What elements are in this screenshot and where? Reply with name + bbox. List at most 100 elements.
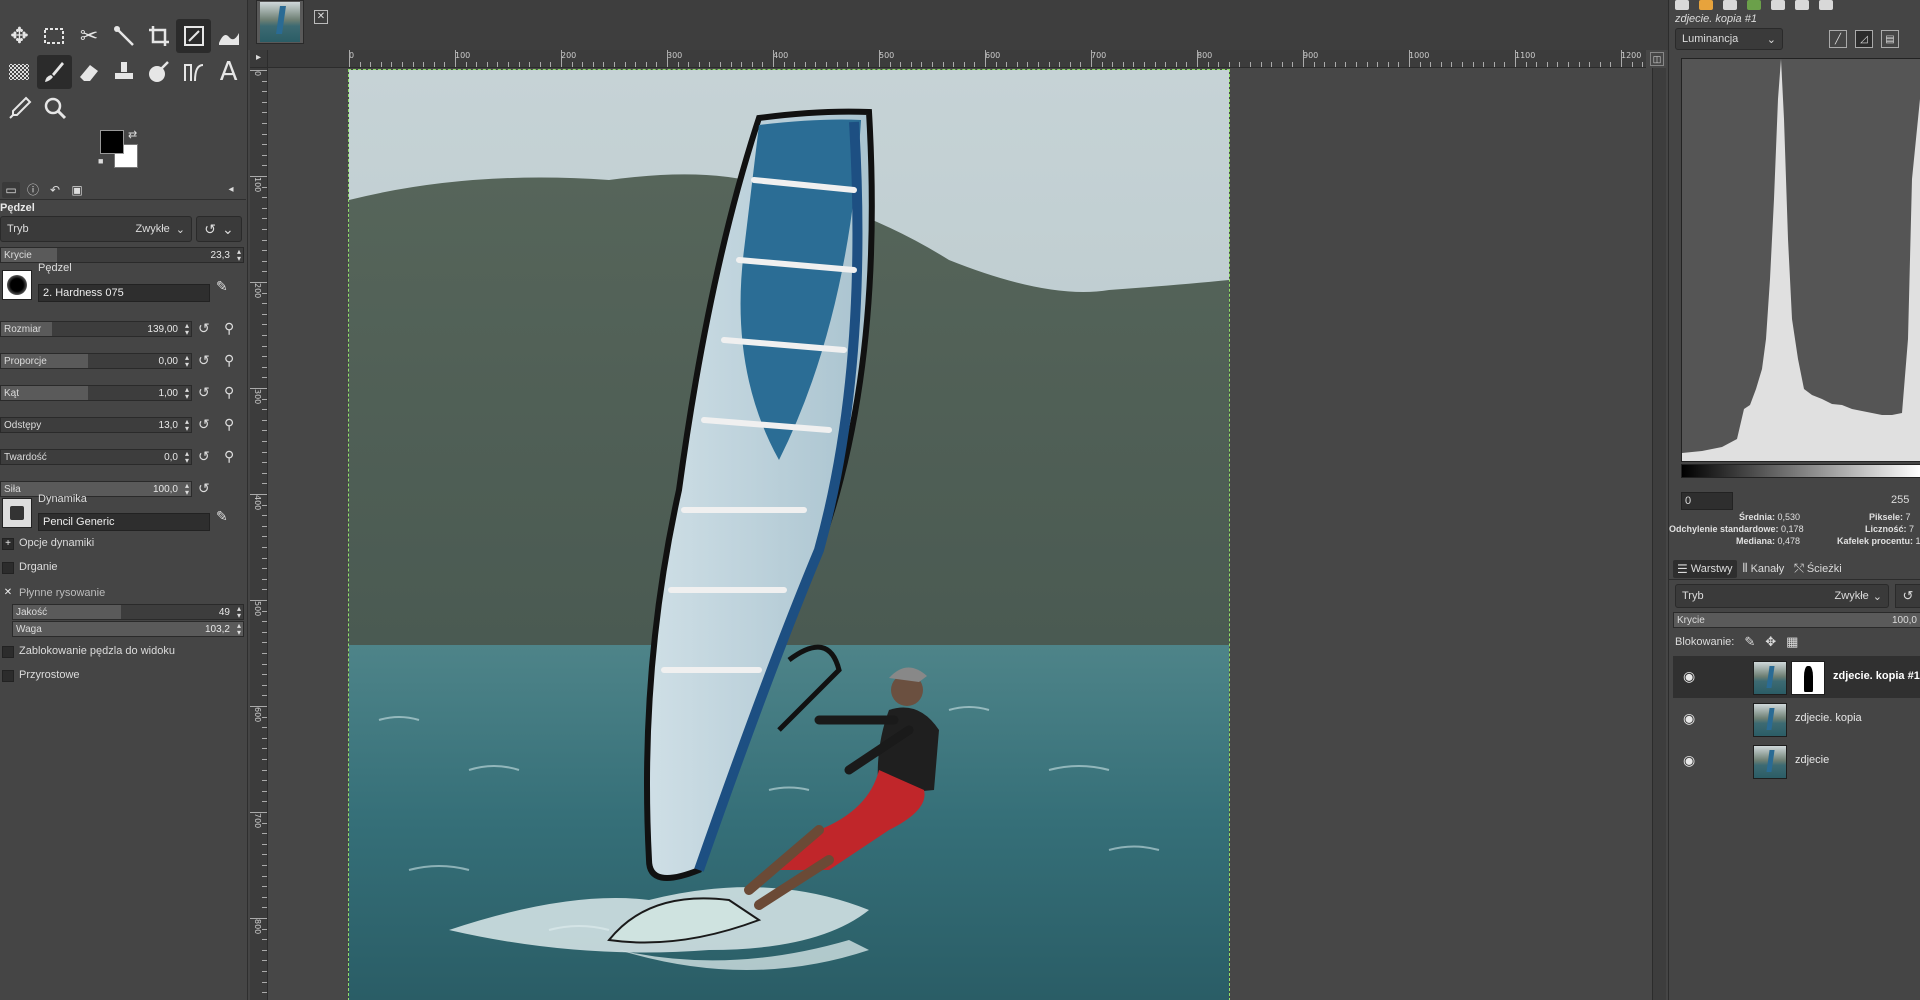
smudge-tool-icon[interactable] xyxy=(141,55,176,89)
brush-slider[interactable]: Siła 100,0 ▴ ▾ xyxy=(0,481,192,497)
unified-transform-tool-icon[interactable] xyxy=(176,19,212,53)
layer-mask-thumbnail[interactable] xyxy=(1791,661,1825,695)
linear-scale-icon[interactable]: ╱ xyxy=(1829,30,1847,48)
patterns-tab-icon[interactable] xyxy=(1699,0,1713,10)
spin-arrows-icon[interactable]: ▴ ▾ xyxy=(185,418,189,432)
undo-history-tab-icon[interactable]: ↶ xyxy=(46,182,64,198)
brushes-tab-icon[interactable] xyxy=(1675,0,1689,10)
tab-layers[interactable]: ☰ Warstwy xyxy=(1673,559,1737,578)
device-status-tab-icon[interactable]: ⓘ xyxy=(24,182,42,198)
reset-icon[interactable]: ↺ xyxy=(198,320,210,337)
eye-icon[interactable]: ◉ xyxy=(1683,668,1701,686)
vertical-ruler[interactable]: 0 100 200 300 400 500 600 700 800 xyxy=(250,68,268,1000)
brush-name-field[interactable]: 2. Hardness 075 xyxy=(38,284,210,302)
tab-paths[interactable]: ⤲ Ścieżki xyxy=(1790,559,1845,578)
spin-arrows-icon[interactable]: ▴ ▾ xyxy=(185,482,189,496)
mode-reset-button[interactable]: ↺ ⌄ xyxy=(196,216,242,242)
rect-select-tool-icon[interactable] xyxy=(37,19,72,53)
link-to-brush-icon[interactable]: ⚲ xyxy=(224,320,234,337)
jitter-checkbox[interactable] xyxy=(2,562,14,574)
link-to-brush-icon[interactable]: ⚲ xyxy=(224,448,234,465)
reset-icon[interactable]: ↺ xyxy=(198,384,210,401)
brush-slider[interactable]: Odstępy 13,0 ▴ ▾ xyxy=(0,417,192,433)
lock-alpha-icon[interactable]: ▦ xyxy=(1786,634,1798,650)
lock-brush-checkbox[interactable] xyxy=(2,646,14,658)
dynamics-name-field[interactable]: Pencil Generic xyxy=(38,513,210,531)
brush-slider[interactable]: Twardość 0,0 ▴ ▾ xyxy=(0,449,192,465)
gradients-tab-icon[interactable] xyxy=(1747,0,1761,10)
clone-tool-icon[interactable] xyxy=(107,55,142,89)
zoom-tool-icon[interactable] xyxy=(37,91,72,125)
warp-tool-icon[interactable] xyxy=(211,19,246,53)
incremental-checkbox[interactable] xyxy=(2,670,14,682)
palettes-tab-icon[interactable] xyxy=(1771,0,1785,10)
dynamics-preview[interactable] xyxy=(2,498,32,528)
link-to-brush-icon[interactable]: ⚲ xyxy=(224,384,234,401)
link-to-brush-icon[interactable]: ⚲ xyxy=(224,352,234,369)
layer-row[interactable]: ◉ zdjecie. kopia #1 xyxy=(1673,656,1920,698)
layer-row[interactable]: ◉ zdjecie. kopia xyxy=(1673,698,1920,740)
tool-options-tab-icon[interactable]: ▭ xyxy=(2,181,20,198)
foreground-color[interactable] xyxy=(100,130,124,154)
eye-icon[interactable]: ◉ xyxy=(1683,752,1701,770)
image-tab[interactable] xyxy=(256,0,304,44)
histogram-tab-icon[interactable] xyxy=(1795,0,1809,10)
tab-channels[interactable]: ⫴ Kanały xyxy=(1739,559,1789,578)
spin-arrows-icon[interactable]: ▴ ▾ xyxy=(185,450,189,464)
layer-row[interactable]: ◉ zdjecie xyxy=(1673,740,1920,782)
pointer-tab-icon[interactable] xyxy=(1819,0,1833,10)
histogram-view-icon[interactable]: ▤ xyxy=(1881,30,1899,48)
range-min-input[interactable]: 0 xyxy=(1681,492,1733,510)
paths-tool-icon[interactable] xyxy=(176,55,211,89)
mode-select[interactable]: Tryb Zwykłe ⌄ xyxy=(0,216,192,242)
layer-mode-select[interactable]: Tryb Zwykłe ⌄ xyxy=(1675,584,1889,608)
brush-slider[interactable]: Proporcje 0,00 ▴ ▾ xyxy=(0,353,192,369)
spin-arrows-icon[interactable]: ▴ ▾ xyxy=(237,248,241,262)
scissors-select-tool-icon[interactable]: ✂ xyxy=(72,19,107,53)
crop-tool-icon[interactable] xyxy=(141,19,176,53)
layer-mode-reset-icon[interactable]: ↺ xyxy=(1895,584,1920,608)
reset-icon[interactable]: ↺ xyxy=(198,448,210,465)
link-to-brush-icon[interactable]: ⚲ xyxy=(224,416,234,433)
dock-menu-icon[interactable]: ◂ xyxy=(222,182,240,198)
brush-slider[interactable]: Rozmiar 139,00 ▴ ▾ xyxy=(0,321,192,337)
reset-icon[interactable]: ↺ xyxy=(198,352,210,369)
range-max-value[interactable]: 255 xyxy=(1891,494,1909,506)
edit-brush-icon[interactable]: ✎ xyxy=(216,278,228,295)
spin-arrows-icon[interactable]: ▴ ▾ xyxy=(185,354,189,368)
brush-slider[interactable]: Kąt 1,00 ▴ ▾ xyxy=(0,385,192,401)
image-canvas[interactable] xyxy=(348,69,1230,1000)
reset-icon[interactable]: ↺ xyxy=(198,480,210,497)
reset-colors-icon[interactable]: ■ xyxy=(98,156,103,166)
spin-arrows-icon[interactable]: ▴ ▾ xyxy=(237,622,241,636)
horizontal-ruler[interactable]: 0 100 200 300 400 500 600 700 800 900 1000 1100 1200 xyxy=(268,50,1646,68)
dynamics-options-expander-icon[interactable]: + xyxy=(2,538,14,550)
opacity-slider[interactable]: Krycie 23,3 ▴ ▾ xyxy=(0,247,244,263)
layer-opacity-slider[interactable]: Krycie 100,0 xyxy=(1673,612,1920,628)
vertical-scrollbar[interactable] xyxy=(1652,68,1666,1000)
eye-icon[interactable]: ◉ xyxy=(1683,710,1701,728)
text-tool-icon[interactable]: A xyxy=(211,55,246,89)
images-tab-icon[interactable]: ▣ xyxy=(68,182,86,198)
fuzzy-select-tool-icon[interactable] xyxy=(107,19,142,53)
reset-icon[interactable]: ↺ xyxy=(198,416,210,433)
navigate-icon[interactable]: ◫ xyxy=(1650,52,1664,66)
spin-arrows-icon[interactable]: ▴ ▾ xyxy=(185,322,189,336)
move-tool-icon[interactable]: ✥ xyxy=(2,19,37,53)
fonts-tab-icon[interactable] xyxy=(1723,0,1737,10)
spin-arrows-icon[interactable]: ▴ ▾ xyxy=(185,386,189,400)
color-picker-tool-icon[interactable] xyxy=(2,91,37,125)
brush-preview[interactable] xyxy=(2,270,32,300)
edit-dynamics-icon[interactable]: ✎ xyxy=(216,508,228,525)
eraser-tool-icon[interactable] xyxy=(72,55,107,89)
quality-slider[interactable]: Jakość 49 ▴ ▾ xyxy=(12,604,244,620)
lock-pixels-icon[interactable]: ✎ xyxy=(1744,634,1755,650)
lock-position-icon[interactable]: ✥ xyxy=(1765,634,1776,650)
smooth-checkbox[interactable]: ✕ xyxy=(2,588,14,600)
spin-arrows-icon[interactable]: ▴ ▾ xyxy=(237,605,241,619)
weight-slider[interactable]: Waga 103,2 ▴ ▾ xyxy=(12,621,244,637)
histogram-channel-select[interactable]: Luminancja ⌄ xyxy=(1675,28,1783,50)
histogram[interactable] xyxy=(1681,58,1920,462)
close-icon[interactable]: ✕ xyxy=(314,10,328,24)
histogram-gradient-bar[interactable] xyxy=(1681,464,1920,478)
